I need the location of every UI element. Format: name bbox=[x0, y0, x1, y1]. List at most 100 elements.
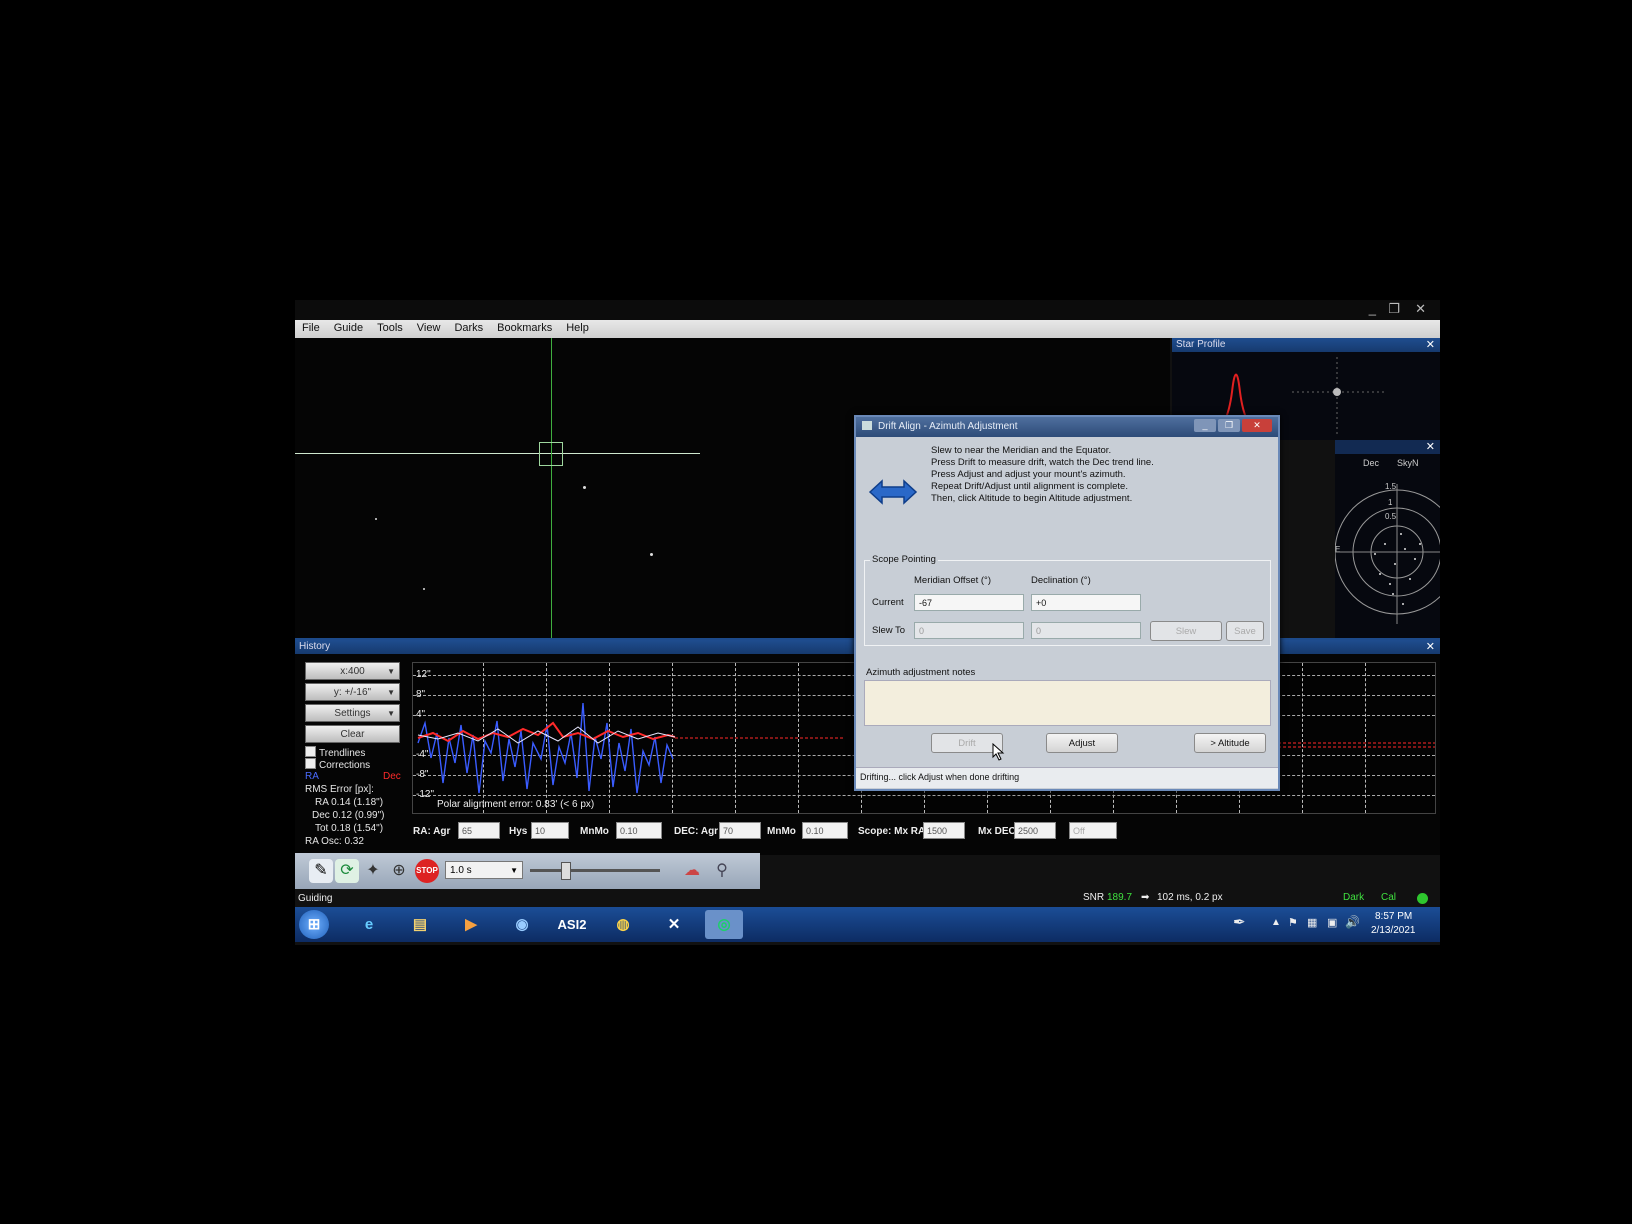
menu-tools[interactable]: Tools bbox=[370, 320, 410, 334]
crosshair-vertical bbox=[551, 338, 552, 638]
adjust-button[interactable]: Adjust bbox=[1046, 733, 1118, 753]
guide-target-icon[interactable]: ⊕ bbox=[387, 859, 411, 883]
chevron-down-icon: ▼ bbox=[387, 709, 395, 718]
rms-ra: RA 0.14 (1.18") bbox=[315, 797, 384, 808]
guide-star-box[interactable] bbox=[539, 442, 563, 466]
slew-declination-input[interactable]: 0 bbox=[1031, 622, 1141, 639]
checkbox-icon bbox=[305, 758, 316, 769]
dec-mode-select[interactable]: Off bbox=[1069, 822, 1117, 839]
star-profile-close-icon[interactable]: ✕ bbox=[1426, 338, 1435, 352]
mouse-cursor-icon bbox=[992, 743, 1005, 761]
hys-label: Hys bbox=[509, 826, 528, 837]
connection-led-icon bbox=[1417, 893, 1428, 904]
arrow-icon: ➡ bbox=[1141, 892, 1150, 903]
volume-tray-icon[interactable]: 🔊 bbox=[1345, 915, 1360, 929]
menu-bar: File Guide Tools View Darks Bookmarks Help bbox=[295, 320, 1440, 338]
scope-mx-ra-label: Scope: Mx RA bbox=[858, 826, 926, 837]
app-icon[interactable]: ◉ bbox=[503, 910, 541, 939]
mx-dec-input[interactable]: 2500 bbox=[1014, 822, 1056, 839]
rms-dec: Dec 0.12 (0.99") bbox=[312, 810, 385, 821]
drift-align-dialog: Drift Align - Azimuth Adjustment _ ❐ ✕ S… bbox=[854, 415, 1280, 791]
dialog-title: Drift Align - Azimuth Adjustment bbox=[878, 421, 1018, 432]
instruction-line: Press Adjust and adjust your mount's azi… bbox=[931, 469, 1126, 480]
pen-tray-icon[interactable]: ✒ bbox=[1233, 913, 1246, 931]
azimuth-arrow-icon bbox=[868, 479, 918, 505]
slew-to-label: Slew To bbox=[872, 625, 906, 636]
chrome-icon[interactable]: ◍ bbox=[604, 910, 642, 939]
menu-help[interactable]: Help bbox=[559, 320, 596, 334]
crosshair-horizontal bbox=[295, 453, 700, 454]
media-player-icon[interactable]: ▶ bbox=[452, 910, 490, 939]
clear-button[interactable]: Clear bbox=[305, 725, 400, 743]
menu-guide[interactable]: Guide bbox=[327, 320, 370, 334]
windows-taskbar: ⊞ e ▤ ▶ ◉ ASI2 ◍ ✕ ◎ ✒ ▲ ⚑ ▦ ▣ 🔊 8:57 PM… bbox=[295, 907, 1440, 942]
menu-bookmarks[interactable]: Bookmarks bbox=[490, 320, 559, 334]
dialog-status-bar: Drifting... click Adjust when done drift… bbox=[856, 767, 1278, 788]
clock-date[interactable]: 2/13/2021 bbox=[1371, 925, 1416, 936]
close-button[interactable]: ✕ bbox=[1415, 301, 1426, 317]
magnifier-icon[interactable]: ⚲ bbox=[710, 859, 734, 883]
menu-view[interactable]: View bbox=[410, 320, 448, 334]
monitor-tray-icon[interactable]: ▣ bbox=[1327, 916, 1337, 929]
ra-agr-input[interactable]: 65 bbox=[458, 822, 500, 839]
declination-label: Declination (°) bbox=[1031, 575, 1091, 586]
network-tray-icon[interactable]: ▦ bbox=[1307, 916, 1317, 929]
settings-dropdown[interactable]: Settings ▼ bbox=[305, 704, 400, 722]
tray-expand-icon[interactable]: ▲ bbox=[1271, 917, 1281, 928]
timing-value: 102 ms, 0.2 px bbox=[1157, 892, 1223, 903]
star bbox=[650, 553, 653, 556]
gamma-slider-track[interactable] bbox=[530, 869, 660, 872]
clock-time[interactable]: 8:57 PM bbox=[1375, 911, 1412, 922]
file-explorer-icon[interactable]: ▤ bbox=[401, 910, 439, 939]
pencil-icon[interactable]: ✎ bbox=[309, 859, 333, 883]
corrections-checkbox[interactable]: Corrections bbox=[305, 758, 370, 771]
start-button-icon[interactable]: ⊞ bbox=[299, 910, 329, 939]
hys-input[interactable]: 10 bbox=[531, 822, 569, 839]
dialog-close-button[interactable]: ✕ bbox=[1242, 419, 1272, 432]
slew-button[interactable]: Slew bbox=[1150, 621, 1222, 641]
phd2-app-icon[interactable]: ◎ bbox=[705, 910, 743, 939]
mnmo-dec-label: MnMo bbox=[767, 826, 796, 837]
dialog-restore-button[interactable]: ❐ bbox=[1218, 419, 1240, 432]
status-mode: Guiding bbox=[298, 893, 333, 904]
polar-alignment-error: Polar alignment error: 0.83' (< 6 px) bbox=[437, 799, 595, 810]
current-meridian-offset: -67 bbox=[914, 594, 1024, 611]
mx-ra-input[interactable]: 1500 bbox=[923, 822, 965, 839]
x-scale-dropdown[interactable]: x:400 ▼ bbox=[305, 662, 400, 680]
target-close-icon[interactable]: ✕ bbox=[1426, 440, 1435, 454]
asi-app-icon[interactable]: ASI2 bbox=[553, 910, 591, 939]
target-plot bbox=[1335, 484, 1440, 624]
gamma-slider-handle[interactable] bbox=[561, 862, 571, 880]
azimuth-notes-textarea[interactable] bbox=[864, 680, 1271, 726]
altitude-button[interactable]: > Altitude bbox=[1194, 733, 1266, 753]
dec-agr-input[interactable]: 70 bbox=[719, 822, 761, 839]
astro-app-icon[interactable]: ✕ bbox=[655, 910, 693, 939]
menu-file[interactable]: File bbox=[295, 320, 327, 334]
current-label: Current bbox=[872, 597, 904, 608]
menu-darks[interactable]: Darks bbox=[447, 320, 490, 334]
flag-tray-icon[interactable]: ⚑ bbox=[1288, 916, 1298, 929]
settings-label: Settings bbox=[334, 708, 371, 719]
corrections-label: Corrections bbox=[319, 760, 371, 771]
target-header: ✕ bbox=[1335, 440, 1440, 454]
instruction-line: Repeat Drift/Adjust until alignment is c… bbox=[931, 481, 1128, 492]
target-panel: ✕ Dec SkyN 1.5 1 0.5 E bbox=[1335, 440, 1440, 638]
stop-icon[interactable]: STOP bbox=[415, 859, 439, 883]
history-close-icon[interactable]: ✕ bbox=[1426, 640, 1435, 654]
brain-icon[interactable]: ☁ bbox=[680, 859, 704, 883]
restore-button[interactable]: ❐ bbox=[1388, 301, 1400, 317]
mnmo-ra-input[interactable]: 0.10 bbox=[616, 822, 662, 839]
ra-osc: RA Osc: 0.32 bbox=[305, 836, 364, 847]
mnmo-dec-input[interactable]: 0.10 bbox=[802, 822, 848, 839]
instruction-line: Then, click Altitude to begin Altitude a… bbox=[931, 493, 1133, 504]
y-scale-dropdown[interactable]: y: +/-16" ▼ bbox=[305, 683, 400, 701]
slew-meridian-input[interactable]: 0 bbox=[914, 622, 1024, 639]
exposure-select[interactable]: 1.0 s ▼ bbox=[445, 861, 523, 879]
minimize-button[interactable]: _ bbox=[1369, 301, 1376, 316]
rms-tot: Tot 0.18 (1.54") bbox=[315, 823, 384, 834]
save-button[interactable]: Save bbox=[1226, 621, 1264, 641]
auto-select-star-icon[interactable]: ✦ bbox=[361, 859, 385, 883]
loop-icon[interactable]: ⟳ bbox=[335, 859, 359, 883]
internet-explorer-icon[interactable]: e bbox=[350, 910, 388, 939]
dialog-minimize-button[interactable]: _ bbox=[1194, 419, 1216, 432]
